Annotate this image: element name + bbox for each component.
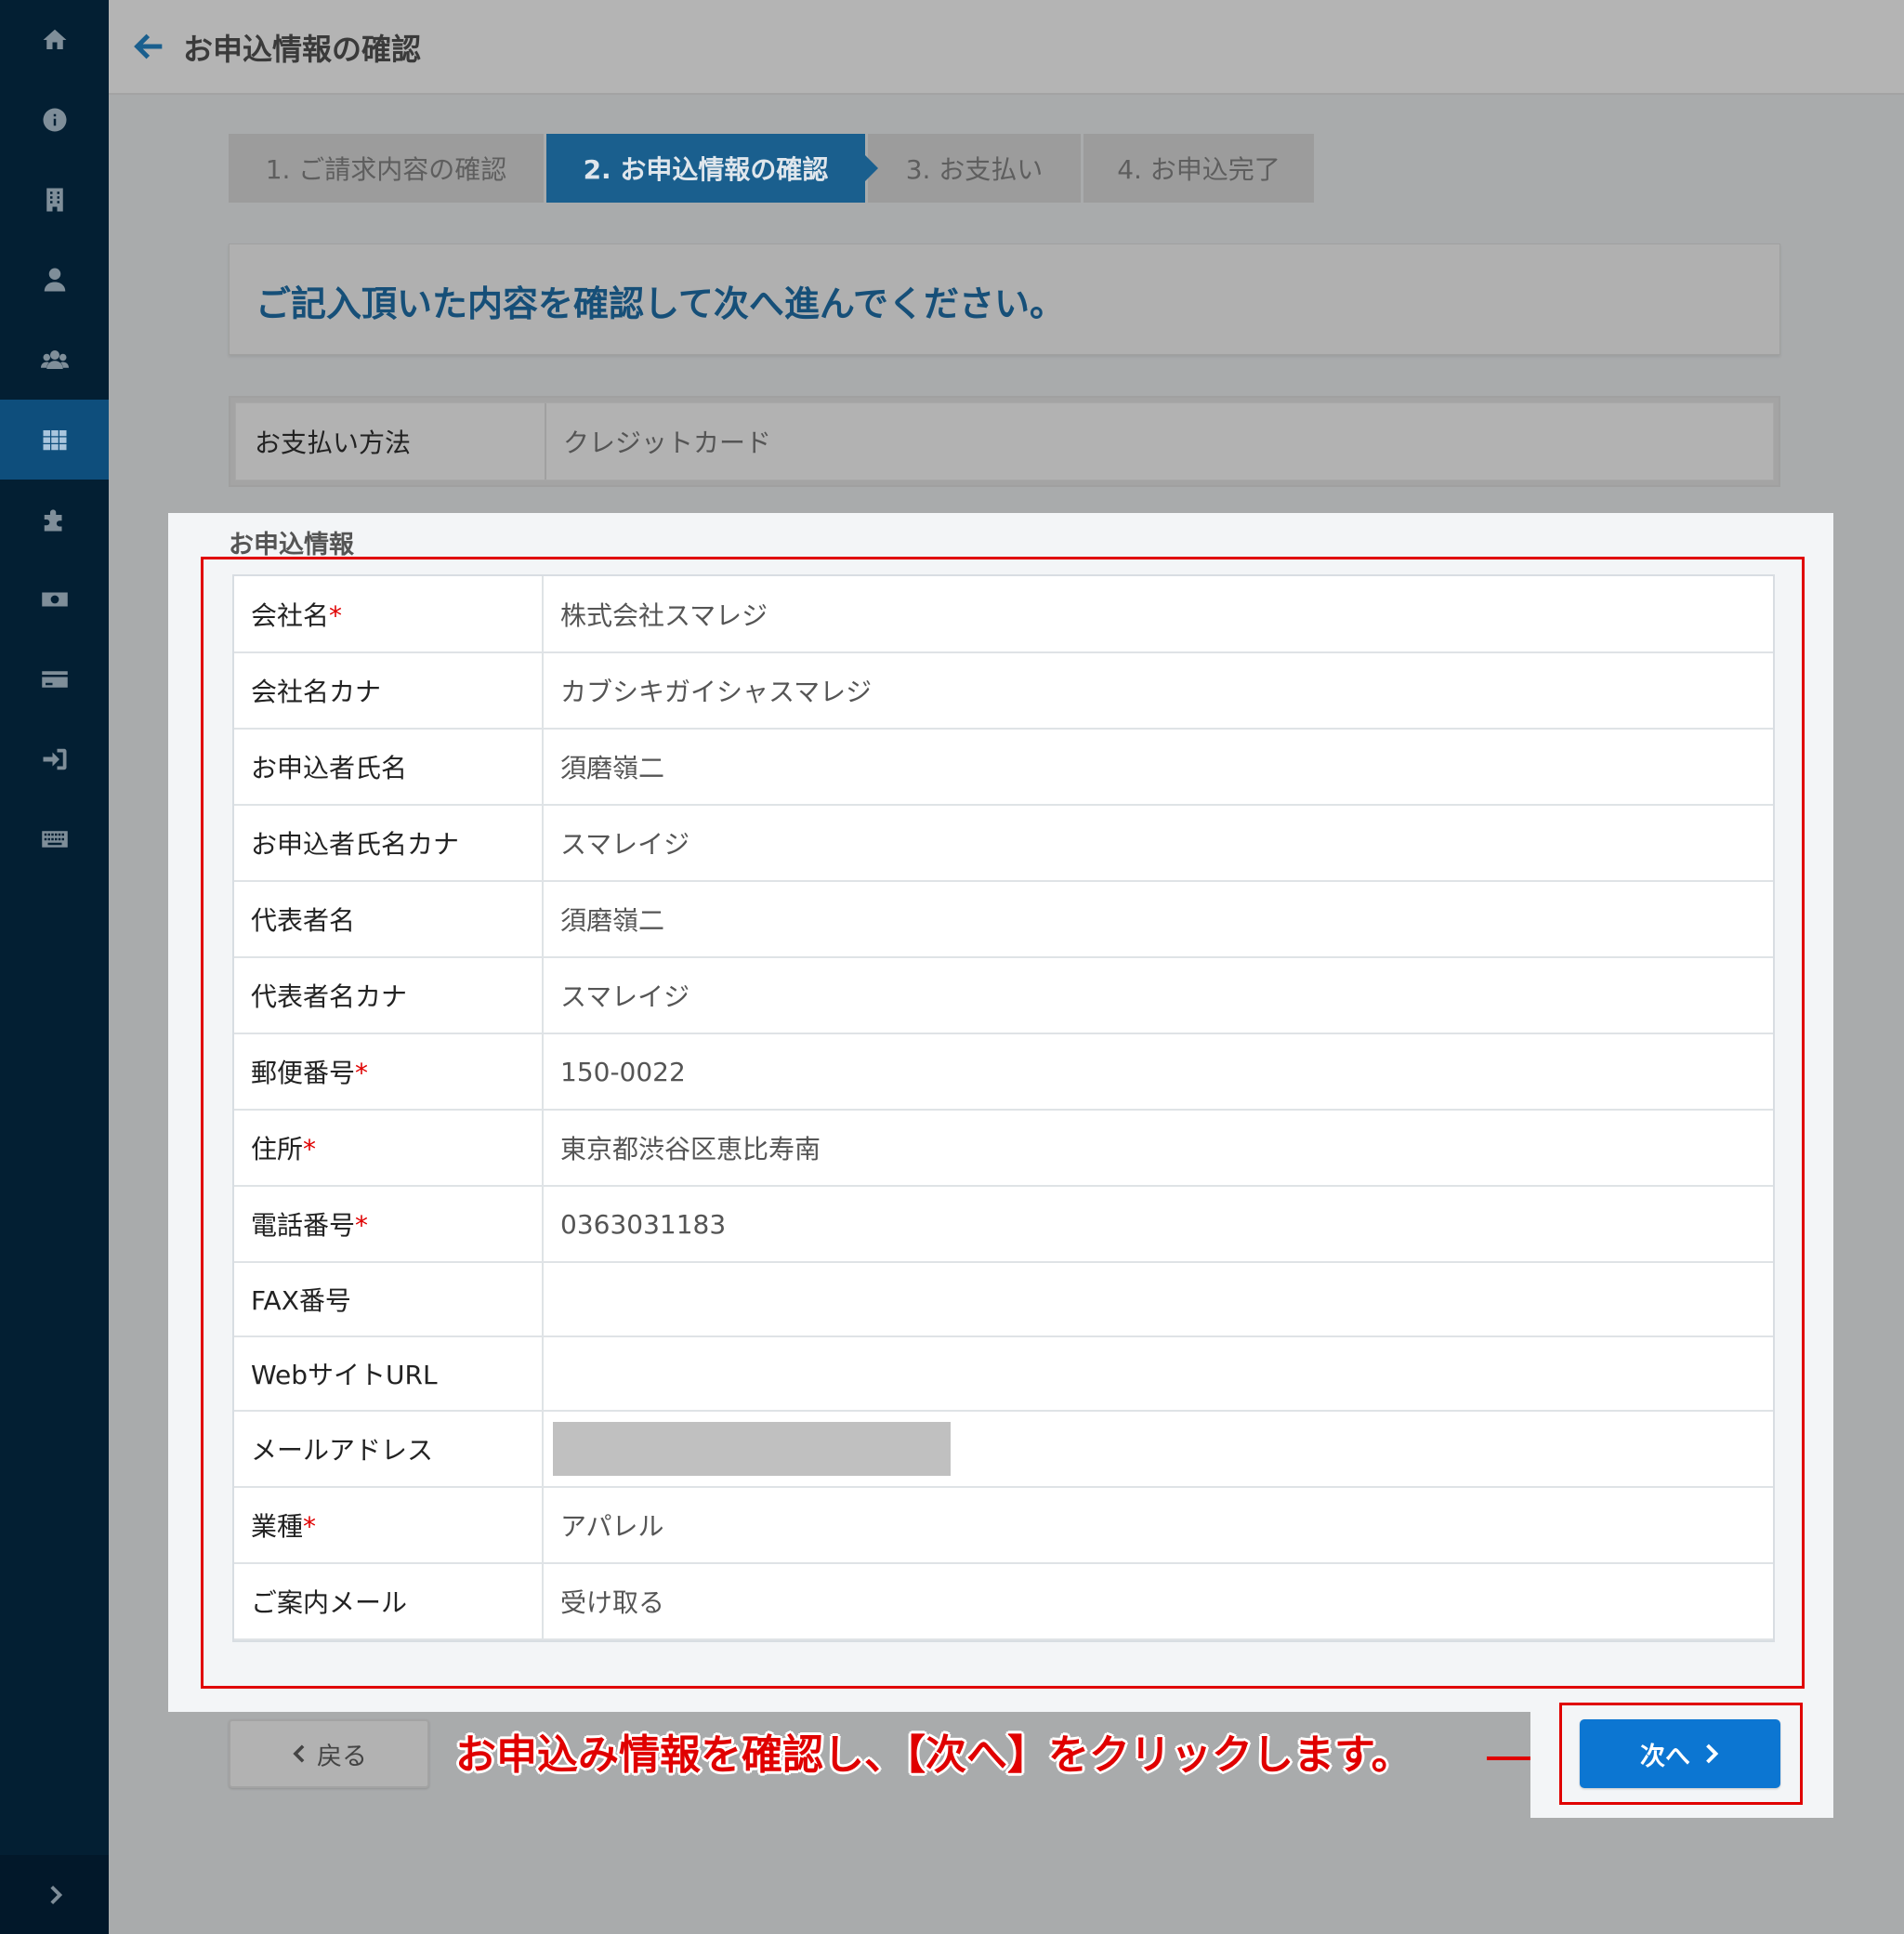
application-info-table: 会社名* 株式会社スマレジ 会社名カナ カブシキガイシャスマレジ お申込者氏名 …	[232, 574, 1775, 1642]
next-button-label: 次へ	[1640, 1742, 1690, 1771]
row-value: 東京都渋谷区恵比寿南	[543, 1110, 1773, 1187]
table-row: 代表者名カナ スマレイジ	[234, 957, 1773, 1034]
row-value	[543, 1262, 1773, 1337]
row-label: 会社名	[251, 599, 330, 631]
next-button[interactable]: 次へ	[1580, 1719, 1780, 1788]
sidebar-item-card[interactable]	[0, 639, 109, 719]
progress-steps: 1. ご請求内容の確認 2. お申込情報の確認 3. お支払い 4. お申込完了	[229, 134, 1317, 203]
row-label: 代表者名カナ	[251, 981, 408, 1012]
step-complete: 4. お申込完了	[1083, 134, 1314, 203]
table-row: 住所* 東京都渋谷区恵比寿南	[234, 1110, 1773, 1187]
table-row: 会社名* 株式会社スマレジ	[234, 576, 1773, 653]
sidebar-item-user[interactable]	[0, 240, 109, 320]
table-row: 郵便番号* 150-0022	[234, 1033, 1773, 1111]
row-label: お申込者氏名カナ	[251, 829, 460, 860]
sidebar-item-money[interactable]	[0, 559, 109, 639]
table-row: 代表者名 須磨嶺二	[234, 881, 1773, 958]
required-mark: *	[303, 1134, 317, 1164]
table-row: メールアドレス	[234, 1411, 1773, 1488]
sidebar	[0, 0, 109, 1934]
row-value: 受け取る	[543, 1563, 1773, 1640]
application-info-panel: お申込情報 会社名* 株式会社スマレジ 会社名カナ カブシキガイシャスマレジ お…	[168, 513, 1833, 1712]
row-value: 株式会社スマレジ	[543, 576, 1773, 653]
back-button-label: 戻る	[317, 1742, 367, 1771]
payment-method-row: お支払い方法 クレジットカード	[235, 402, 1774, 480]
sidebar-item-info[interactable]	[0, 80, 109, 160]
row-value: スマレイジ	[543, 957, 1773, 1034]
application-info-heading: お申込情報	[229, 531, 354, 559]
chevron-left-icon	[293, 1744, 305, 1763]
table-row: 業種* アパレル	[234, 1487, 1773, 1564]
instruction-annotation: お申込み情報を確認し、【次へ】をクリックします。	[455, 1731, 1412, 1779]
table-row: 会社名カナ カブシキガイシャスマレジ	[234, 652, 1773, 730]
sign-in-icon	[43, 748, 66, 770]
row-value: アパレル	[543, 1487, 1773, 1564]
row-value: スマレイジ	[543, 805, 1773, 882]
chevron-right-icon	[1706, 1743, 1719, 1764]
row-label: FAX番号	[251, 1285, 351, 1316]
money-icon	[41, 592, 68, 607]
users-icon	[40, 350, 69, 369]
required-mark: *	[303, 1511, 317, 1542]
back-arrow-icon[interactable]	[131, 28, 168, 65]
step-payment: 3. お支払い	[868, 134, 1081, 203]
info-icon	[43, 108, 66, 132]
row-label: お申込者氏名	[251, 753, 408, 783]
sidebar-item-extensions[interactable]	[0, 480, 109, 559]
page-title: お申込情報の確認	[183, 33, 422, 66]
page-header: お申込情報の確認	[109, 0, 1904, 95]
keyboard-icon	[41, 831, 68, 848]
row-value: カブシキガイシャスマレジ	[543, 652, 1773, 730]
table-row: ご案内メール 受け取る	[234, 1563, 1773, 1640]
sidebar-item-users[interactable]	[0, 320, 109, 400]
credit-card-icon	[41, 671, 68, 688]
sidebar-collapse-toggle[interactable]	[0, 1855, 109, 1934]
row-label: メールアドレス	[251, 1435, 434, 1466]
sidebar-item-apps[interactable]	[0, 400, 109, 480]
row-value	[543, 1336, 1773, 1412]
row-label: WebサイトURL	[251, 1360, 438, 1390]
row-value: 0363031183	[543, 1186, 1773, 1263]
row-label: 会社名カナ	[251, 677, 382, 707]
required-mark: *	[355, 1210, 369, 1241]
row-value: 150-0022	[543, 1033, 1773, 1111]
step-confirm-billing: 1. ご請求内容の確認	[229, 134, 544, 203]
home-icon	[43, 29, 66, 49]
payment-method-box: お支払い方法 クレジットカード	[229, 396, 1780, 487]
row-label: 郵便番号	[251, 1058, 356, 1088]
notice-box: ご記入頂いた内容を確認して次へ進んでください。	[229, 243, 1780, 355]
building-icon	[46, 188, 63, 212]
user-icon	[44, 268, 65, 292]
row-label: 住所	[251, 1134, 304, 1164]
table-row: 電話番号* 0363031183	[234, 1186, 1773, 1263]
row-value: 須磨嶺二	[543, 881, 1773, 958]
masked-email-value	[553, 1422, 951, 1476]
notice-text: ご記入頂いた内容を確認して次へ進んでください。	[256, 283, 1065, 324]
chevron-right-icon	[49, 1885, 62, 1904]
row-value: 須磨嶺二	[543, 729, 1773, 806]
table-row: WebサイトURL	[234, 1336, 1773, 1412]
sidebar-item-home[interactable]	[0, 0, 109, 80]
step-confirm-application: 2. お申込情報の確認	[546, 134, 878, 203]
table-row: お申込者氏名 須磨嶺二	[234, 729, 1773, 806]
sidebar-item-building[interactable]	[0, 160, 109, 240]
sidebar-item-keyboard[interactable]	[0, 799, 109, 879]
grid-icon	[43, 430, 66, 451]
row-label: 電話番号	[251, 1210, 356, 1241]
required-mark: *	[329, 599, 343, 631]
row-label: ご案内メール	[251, 1587, 408, 1618]
sidebar-item-login[interactable]	[0, 719, 109, 799]
required-mark: *	[355, 1058, 369, 1088]
payment-method-label: お支払い方法	[236, 403, 546, 480]
table-row: FAX番号	[234, 1262, 1773, 1337]
table-row: お申込者氏名カナ スマレイジ	[234, 805, 1773, 882]
payment-method-value: クレジットカード	[563, 428, 772, 458]
row-label: 業種	[251, 1511, 304, 1542]
row-label: 代表者名	[251, 905, 356, 936]
back-button[interactable]: 戻る	[229, 1719, 429, 1788]
puzzle-icon	[44, 509, 61, 532]
